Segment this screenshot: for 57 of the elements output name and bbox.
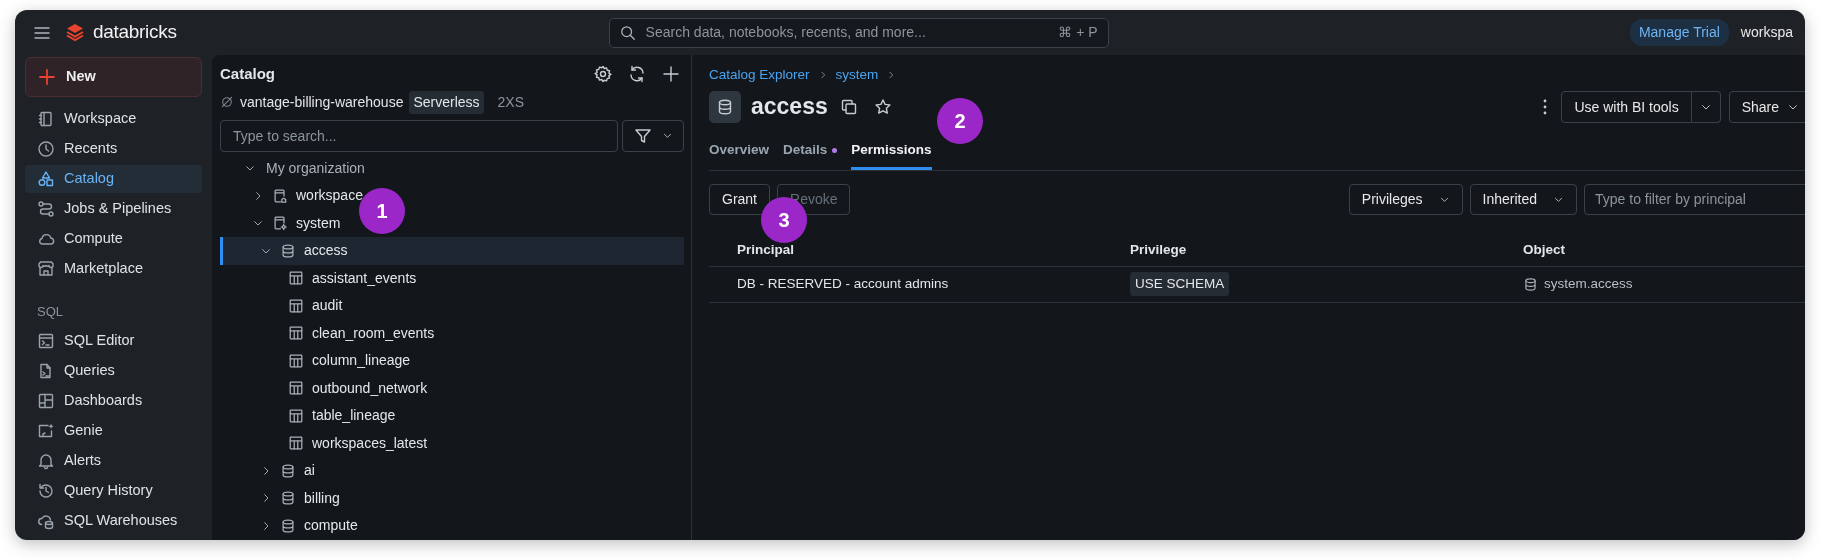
tree-item[interactable]: outbound_network [220, 374, 434, 402]
nav-item[interactable]: Genie [25, 416, 202, 445]
tree-item[interactable]: clean_room_events [220, 319, 441, 347]
nav-item[interactable]: SQL Warehouses [25, 506, 202, 535]
warehouse-name[interactable]: vantage-billing-warehouse [240, 91, 404, 113]
tree-item[interactable]: workspace [220, 182, 369, 210]
tree-item[interactable]: access [220, 237, 684, 265]
filter-dropdown[interactable]: Inherited [1469, 183, 1577, 215]
section-heading: SQL [37, 303, 64, 321]
nav-item[interactable]: Catalog [25, 165, 202, 193]
breadcrumb-link[interactable]: system [835, 65, 879, 86]
tree-item[interactable]: workspaces_latest [220, 429, 434, 457]
search-field[interactable]: Type to search... [220, 119, 618, 152]
nav-item[interactable]: Compute [25, 225, 202, 253]
brand-name: databricks [93, 20, 177, 45]
column-header: Object [1523, 240, 1566, 259]
tree-item[interactable]: billing [220, 484, 346, 512]
tab[interactable]: Details [783, 135, 838, 170]
page-title: access [751, 93, 828, 122]
tree-item[interactable]: My organization [220, 154, 371, 182]
nav-item[interactable]: Dashboards [25, 386, 202, 415]
workspace-name[interactable]: workspa [1740, 22, 1793, 43]
filter-dropdown[interactable]: Privileges [1348, 183, 1463, 215]
nav-item[interactable]: Jobs & Pipelines [25, 195, 202, 223]
tree-item[interactable]: audit [220, 292, 349, 320]
nav-item[interactable]: Queries [25, 356, 202, 385]
tree-item[interactable]: table_lineage [220, 402, 402, 430]
nav-item[interactable]: Marketplace [25, 255, 202, 283]
privilege-tag: USE SCHEMA [1130, 271, 1230, 297]
shortcut-hint: ⌘ + P [1058, 23, 1098, 42]
bi-tools-button[interactable]: Use with BI tools [1561, 91, 1692, 124]
search-bar[interactable]: Search data, notebooks, recents, and more... ⌘ + P [608, 17, 1109, 48]
tree-item[interactable]: compute [220, 512, 364, 540]
table-cell: system.access [1523, 273, 1805, 295]
table-cell-text: DB - RESERVED - account admins [737, 274, 950, 293]
breadcrumb-link[interactable]: Catalog Explorer [709, 65, 810, 86]
column-header: Principal [737, 240, 796, 259]
nav-item[interactable]: SQL Editor [25, 326, 202, 355]
nav-item[interactable]: Workspace [25, 105, 202, 133]
tab[interactable]: Overview [709, 135, 770, 170]
warehouse-type-tag: Serverless [409, 90, 484, 114]
manage-trial-button[interactable]: Manage Trial [1629, 19, 1729, 46]
tab[interactable]: Permissions [851, 135, 932, 170]
nav-item[interactable]: Recents [25, 135, 202, 163]
tree-item[interactable]: column_lineage [220, 347, 417, 375]
nav-item[interactable]: Alerts [25, 446, 202, 475]
tree-item[interactable]: assistant_events [220, 264, 423, 292]
new-button[interactable]: New [25, 57, 202, 97]
tree-item[interactable]: system [220, 209, 347, 237]
tree-item[interactable]: ai [220, 457, 321, 485]
column-header: Privilege [1130, 240, 1188, 259]
filter-field[interactable]: Type to filter by principal [1584, 183, 1805, 215]
nav-item[interactable]: Query History [25, 476, 202, 505]
panel-title: Catalog [220, 64, 275, 84]
warehouse-size: 2XS [497, 92, 525, 112]
search-field[interactable]: Search data, notebooks, recents, and more... [643, 21, 1051, 44]
share-button[interactable]: Share [1728, 91, 1805, 124]
